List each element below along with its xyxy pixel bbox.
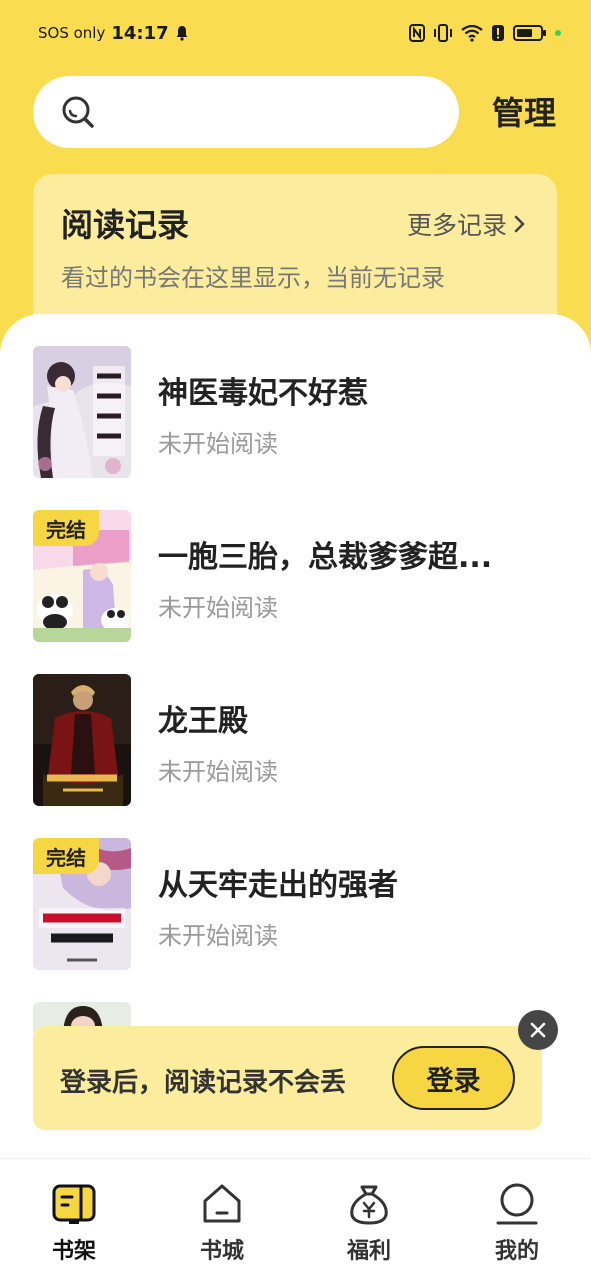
nav-label: 书城 (199, 1239, 244, 1264)
book-cover (33, 346, 131, 478)
nav-item-bookshelf[interactable]: 书架 (24, 1181, 124, 1265)
battery-icon (513, 25, 546, 41)
nav-item-benefits[interactable]: 福利 (319, 1181, 419, 1265)
bell-icon (176, 26, 188, 41)
book-cover: 完结 (33, 510, 131, 642)
book-title: 从天牢走出的强者 (158, 868, 398, 903)
book-item[interactable]: 完结 一胞三胎，总裁爹爹超... 未开始阅读 (33, 510, 558, 642)
manage-button[interactable]: 管理 (492, 88, 556, 134)
bottom-nav: 书架 书城 福利 我的 (0, 1158, 591, 1280)
indicator-dot (555, 30, 561, 36)
wifi-icon (461, 24, 483, 42)
login-prompt-text: 登录后，阅读记录不会丢 (60, 1068, 347, 1098)
status-time: 14:17 (111, 22, 169, 44)
book-cover-art (33, 346, 131, 478)
book-cover: 完结 (33, 838, 131, 970)
book-title: 一胞三胎，总裁爹爹超... (158, 540, 493, 575)
login-button[interactable]: 登录 (392, 1046, 515, 1110)
nav-item-profile[interactable]: 我的 (467, 1181, 567, 1265)
book-status: 未开始阅读 (158, 594, 278, 622)
profile-icon (496, 1183, 538, 1225)
search-icon (62, 96, 94, 128)
close-icon (530, 1022, 546, 1038)
nav-label: 我的 (494, 1239, 539, 1264)
alert-icon (492, 25, 504, 41)
search-input[interactable] (33, 76, 459, 148)
book-cover (33, 674, 131, 806)
nav-label: 书架 (51, 1239, 96, 1264)
completed-badge: 完结 (33, 838, 99, 874)
close-banner-button[interactable] (518, 1010, 558, 1050)
bookshelf-icon (52, 1184, 96, 1224)
nav-item-bookstore[interactable]: 书城 (172, 1181, 272, 1265)
chevron-right-icon (514, 215, 525, 233)
book-item[interactable]: 神医毒妃不好惹 未开始阅读 (33, 346, 558, 478)
more-records-link[interactable]: 更多记录 (407, 206, 527, 242)
money-bag-icon (350, 1185, 388, 1225)
carrier-label: SOS only (38, 24, 106, 42)
book-cover-art (33, 674, 131, 806)
book-title: 龙王殿 (158, 704, 248, 739)
reading-record-description: 看过的书会在这里显示，当前无记录 (61, 264, 445, 292)
completed-badge: 完结 (33, 510, 99, 546)
book-status: 未开始阅读 (158, 430, 278, 458)
nfc-icon (409, 24, 425, 42)
bookstore-icon (203, 1184, 241, 1223)
book-status: 未开始阅读 (158, 758, 278, 786)
nav-label: 福利 (346, 1239, 391, 1264)
login-banner: 登录后，阅读记录不会丢 登录 (33, 1026, 542, 1130)
more-records-label: 更多记录 (406, 211, 507, 240)
reading-record-card: 阅读记录 更多记录 看过的书会在这里显示，当前无记录 (33, 174, 557, 334)
book-title: 神医毒妃不好惹 (158, 376, 368, 411)
book-item[interactable]: 龙王殿 未开始阅读 (33, 674, 558, 806)
status-bar: SOS only 14:17 (0, 0, 591, 66)
book-item[interactable]: 完结 从天牢走出的强者 未开始阅读 (33, 838, 558, 970)
book-status: 未开始阅读 (158, 922, 278, 950)
vibrate-icon (434, 24, 452, 42)
